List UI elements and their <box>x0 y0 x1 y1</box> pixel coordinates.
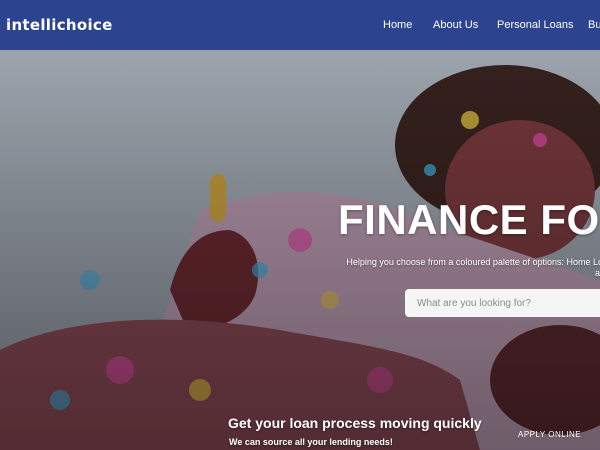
nav-item-personal-loans[interactable]: Personal Loans <box>497 19 573 31</box>
hero-background-photo <box>0 50 600 450</box>
cta-title: Get your loan process moving quickly <box>228 415 482 431</box>
hero-subtitle-line-1: Helping you choose from a coloured palet… <box>346 257 600 267</box>
hero-title: FINANCE FO <box>338 196 600 243</box>
nav-item-about-us[interactable]: About Us <box>433 19 478 31</box>
nav-item-business[interactable]: Bus <box>588 19 600 31</box>
cta-subtitle: We can source all your lending needs! <box>229 437 393 447</box>
top-navigation-bar: intellichoice Home About Us Personal Loa… <box>0 0 600 50</box>
hero-subtitle-line-2: and m <box>594 268 600 278</box>
search-input[interactable] <box>405 289 600 317</box>
hero-section: FINANCE FO Helping you choose from a col… <box>0 50 600 450</box>
nav-item-home[interactable]: Home <box>383 19 412 31</box>
hero-subtitle: Helping you choose from a coloured palet… <box>330 257 600 279</box>
page: intellichoice Home About Us Personal Loa… <box>0 0 600 450</box>
apply-online-link[interactable]: APPLY ONLINE <box>518 430 581 439</box>
brand-logo[interactable]: intellichoice <box>6 16 113 34</box>
